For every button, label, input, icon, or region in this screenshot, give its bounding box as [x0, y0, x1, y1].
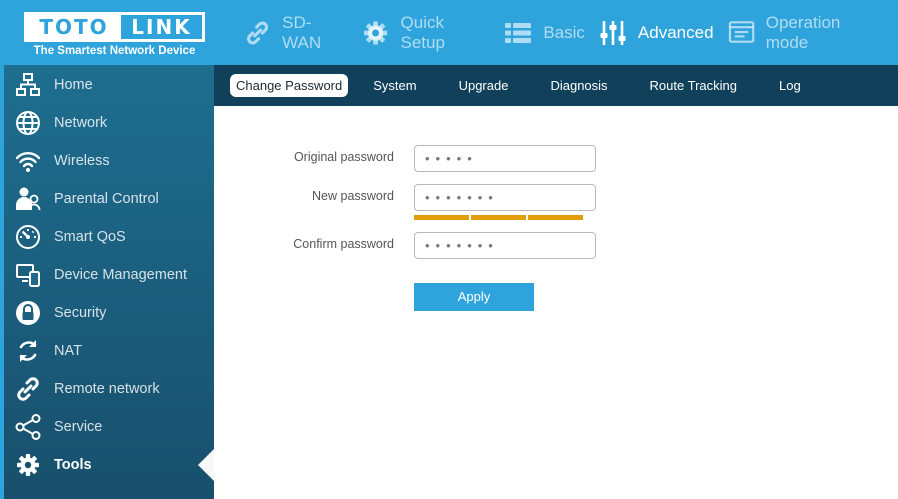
sidebar-item-label: Security	[54, 305, 107, 321]
lock-icon	[14, 299, 42, 327]
sidebar-item-parental-control[interactable]: Parental Control	[4, 180, 214, 218]
logo-left-text: TOTO	[27, 15, 121, 39]
strength-bar-weak	[414, 215, 469, 220]
confirm-password-label: Confirm password	[293, 237, 394, 251]
topnav-advanced[interactable]: Advanced	[599, 19, 714, 47]
password-strength-meter	[414, 215, 585, 220]
sidebar-item-nat[interactable]: NAT	[4, 332, 214, 370]
sidebar-item-label: Remote network	[54, 381, 160, 397]
sidebar-item-label: Device Management	[54, 267, 187, 283]
topnav-label: Advanced	[637, 22, 714, 42]
sidebar-item-label: Network	[54, 115, 108, 131]
list-icon	[505, 22, 532, 43]
topnav-quick-setup[interactable]: Quick Setup	[362, 13, 490, 53]
topnav-operation-mode[interactable]: Operation mode	[728, 13, 884, 53]
refresh-icon	[14, 337, 42, 365]
original-password-label: Original password	[293, 150, 394, 164]
gear-icon	[14, 451, 42, 479]
new-password-label: New password	[312, 189, 394, 203]
devices-icon	[14, 261, 42, 289]
subtab-bar: Change Password System Upgrade Diagnosis…	[214, 65, 898, 106]
tab-diagnosis[interactable]: Diagnosis	[544, 74, 613, 97]
sidebar-item-label: Wireless	[54, 153, 110, 169]
tab-upgrade[interactable]: Upgrade	[453, 74, 515, 97]
window-icon	[728, 20, 754, 43]
top-header: TOTO LINK The Smartest Network Device SD…	[0, 0, 898, 65]
sidebar-item-label: Home	[54, 77, 93, 93]
sidebar-item-device-management[interactable]: Device Management	[4, 256, 214, 294]
sidebar-item-tools[interactable]: Tools	[4, 446, 214, 484]
tab-route-tracking[interactable]: Route Tracking	[644, 74, 743, 97]
tab-system[interactable]: System	[367, 74, 422, 97]
apply-button[interactable]: Apply	[414, 283, 534, 311]
topnav-label: SD-WAN	[282, 12, 322, 52]
topnav-label: Basic	[543, 22, 585, 42]
change-password-panel: Original password ••••• New password •••…	[214, 106, 898, 499]
sidebar: Home Network Wireless Parental Control S…	[0, 65, 214, 499]
gear-icon	[364, 20, 388, 45]
sliders-icon	[600, 20, 626, 45]
logo-right-text: LINK	[131, 15, 192, 39]
parent-child-icon	[14, 185, 42, 213]
sidebar-item-label: Parental Control	[54, 191, 159, 207]
topnav-basic[interactable]: Basic	[504, 19, 585, 47]
original-password-field[interactable]: •••••	[414, 145, 596, 172]
sidebar-item-remote-network[interactable]: Remote network	[4, 370, 214, 408]
sidebar-item-label: Tools	[54, 457, 92, 473]
topnav-sd-wan[interactable]: SD-WAN	[244, 13, 348, 53]
sidebar-item-label: Service	[54, 419, 103, 435]
sidebar-item-home[interactable]: Home	[4, 66, 214, 104]
sidebar-item-label: Smart QoS	[54, 229, 126, 245]
link-icon	[14, 375, 42, 403]
new-password-field[interactable]: •••••••	[414, 184, 596, 211]
active-item-pointer	[198, 449, 214, 481]
topnav-label: Quick Setup	[400, 12, 445, 52]
sidebar-item-label: NAT	[54, 343, 82, 359]
sidebar-item-smart-qos[interactable]: Smart QoS	[4, 218, 214, 256]
tab-log[interactable]: Log	[773, 74, 807, 97]
link-icon	[247, 21, 269, 44]
top-nav: SD-WAN Quick Setup Basic Advanced Operat…	[244, 0, 898, 65]
network-tree-icon	[14, 71, 42, 99]
globe-icon	[14, 109, 42, 137]
strength-bar-medium	[471, 215, 526, 220]
sidebar-item-network[interactable]: Network	[4, 104, 214, 142]
wifi-icon	[14, 147, 42, 175]
speedometer-icon	[14, 223, 42, 251]
share-icon	[14, 413, 42, 441]
sidebar-item-service[interactable]: Service	[4, 408, 214, 446]
tab-change-password[interactable]: Change Password	[230, 74, 349, 97]
brand-tagline: The Smartest Network Device	[33, 45, 196, 57]
sidebar-item-security[interactable]: Security	[4, 294, 214, 332]
strength-bar-strong	[528, 215, 583, 220]
brand-logo: TOTO LINK	[24, 12, 205, 42]
sidebar-item-wireless[interactable]: Wireless	[4, 142, 214, 180]
confirm-password-field[interactable]: •••••••	[414, 232, 596, 259]
topnav-label: Operation mode	[765, 12, 841, 52]
